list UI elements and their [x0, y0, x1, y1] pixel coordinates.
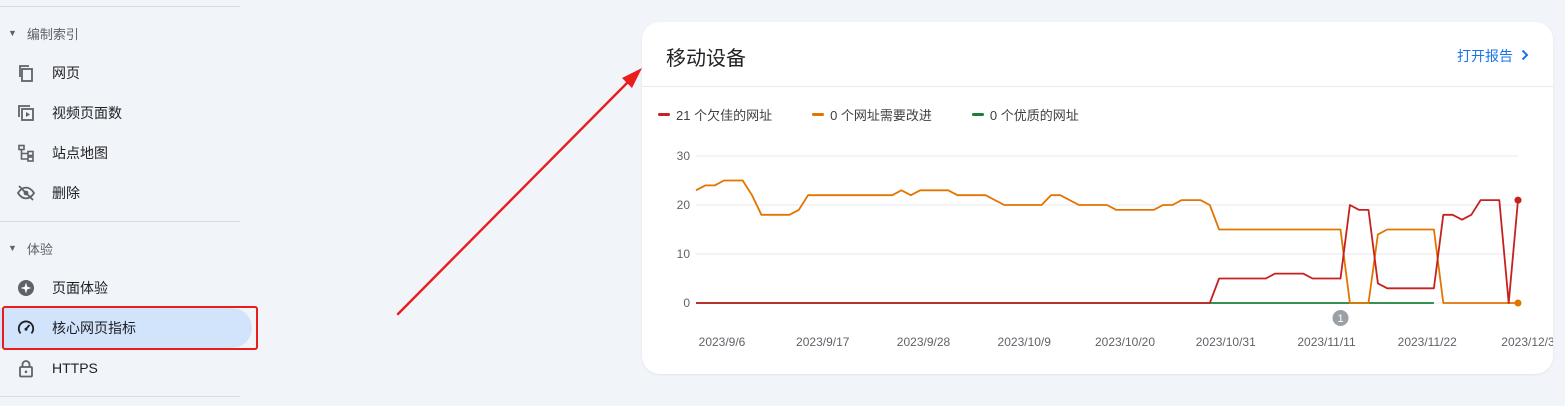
x-tick-label: 2023/11/22 — [1398, 335, 1457, 349]
sitemap-icon — [16, 143, 36, 163]
video-pages-icon — [16, 103, 36, 123]
removals-icon — [16, 183, 36, 203]
legend-swatch — [812, 113, 825, 116]
section-label: 编制索引 — [26, 26, 79, 42]
sidebar-divider — [0, 221, 240, 222]
lock-icon — [16, 358, 36, 378]
sidebar-item-label: 删除 — [52, 185, 80, 201]
series-line — [695, 179, 1518, 304]
x-tick-label: 2023/12/3 — [1501, 335, 1553, 349]
x-tick-label: 2023/9/17 — [796, 335, 850, 349]
legend-swatch — [971, 113, 984, 116]
y-tick-label: 0 — [683, 296, 690, 310]
x-tick-label: 2023/10/9 — [998, 335, 1052, 349]
annotation-highlight-box — [2, 306, 258, 350]
sidebar-divider — [0, 6, 240, 7]
sidebar-item-removals[interactable]: 删除 — [0, 173, 252, 213]
chevron-right-icon — [1521, 48, 1529, 64]
card-title: 移动设备 — [666, 48, 746, 70]
series-end-point — [1514, 299, 1522, 307]
x-tick-label: 2023/10/20 — [1095, 335, 1155, 349]
annotation-label: 1 — [1337, 313, 1343, 325]
sidebar-item-pages[interactable]: 网页 — [0, 53, 252, 93]
caret-down-icon: ▼ — [8, 243, 17, 253]
sidebar-item-label: HTTPS — [52, 360, 98, 376]
line-chart: 0 10 20 30 2023/9/6 2023/9/17 2023/9/28 2023/10… — [677, 149, 1553, 349]
sidebar-item-sitemaps[interactable]: 站点地图 — [0, 133, 252, 173]
sidebar-item-video-pages[interactable]: 视频页面数 — [0, 93, 252, 133]
x-tick-label: 2023/9/28 — [897, 335, 951, 349]
sidebar-item-label: 站点地图 — [52, 145, 108, 161]
card-divider — [642, 86, 1553, 87]
series-end-point — [1514, 196, 1522, 204]
sidebar-item-label: 网页 — [52, 65, 80, 81]
caret-down-icon: ▼ — [8, 28, 17, 38]
open-report-link[interactable]: 打开报告 — [1457, 46, 1529, 66]
legend-swatch — [658, 113, 670, 116]
section-header-indexing[interactable]: ▼ 编制索引 — [8, 23, 79, 43]
x-tick-label: 2023/11/11 — [1297, 335, 1356, 349]
x-tick-label: 2023/10/31 — [1196, 335, 1256, 349]
x-tick-label: 2023/9/6 — [699, 335, 746, 349]
sidebar-item-label: 页面体验 — [52, 280, 108, 296]
sidebar-item-https[interactable]: HTTPS — [0, 348, 252, 388]
sidebar-divider — [0, 396, 240, 397]
series-line — [696, 199, 1519, 304]
section-label: 体验 — [26, 241, 53, 257]
y-tick-label: 10 — [677, 247, 691, 261]
page-experience-icon — [16, 278, 36, 298]
sidebar-item-label: 视频页面数 — [52, 105, 122, 121]
mobile-chart-card: 移动设备 打开报告 21 个欠佳的网址 0 个网址需要改进 0 个优质的网址 0… — [642, 22, 1553, 374]
y-tick-label: 30 — [677, 149, 691, 163]
section-header-experience[interactable]: ▼ 体验 — [8, 238, 53, 258]
pages-icon — [16, 63, 36, 83]
sidebar-item-page-experience[interactable]: 页面体验 — [0, 268, 252, 308]
y-tick-label: 20 — [677, 198, 691, 212]
open-report-label: 打开报告 — [1457, 48, 1513, 64]
